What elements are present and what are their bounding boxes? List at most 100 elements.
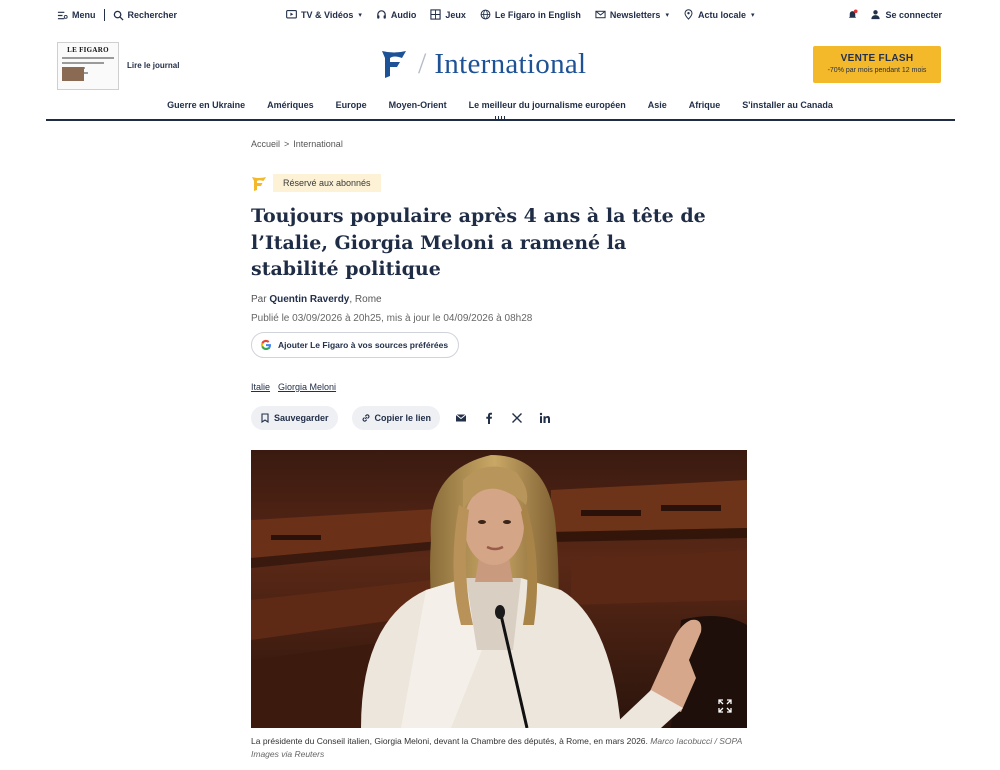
author-link[interactable]: Quentin Raverdy [269, 294, 349, 305]
copy-link-button[interactable]: Copier le lien [351, 406, 441, 430]
section-title: International [434, 47, 587, 80]
newspaper-thumbnail[interactable]: LE FIGARO [57, 42, 119, 90]
local-news-link[interactable]: Actu locale ▾ [683, 9, 755, 20]
photo-caption: La présidente du Conseil italien, Giorgi… [251, 735, 751, 761]
premium-badge: Réservé aux abonnés [273, 174, 381, 192]
tv-videos-link[interactable]: TV & Vidéos ▾ [286, 9, 362, 20]
x-icon [512, 413, 523, 423]
thumb-line [62, 62, 104, 64]
premium-label: Réservé aux abonnés [251, 174, 381, 192]
photo-illustration [251, 450, 747, 728]
article-actions: Sauvegarder Copier le lien [251, 406, 552, 430]
english-label: Le Figaro in English [494, 9, 581, 20]
link-icon [362, 414, 369, 422]
thumb-image [62, 67, 84, 81]
article-headline: Toujours populaire après 4 ans à la tête… [251, 205, 706, 280]
share-linkedin-button[interactable] [538, 411, 552, 425]
breadcrumb-separator: > [284, 139, 290, 149]
byline-prefix: Par [251, 294, 267, 305]
location-pin-icon [684, 9, 693, 20]
games-label: Jeux [445, 9, 466, 20]
mail-icon [595, 10, 606, 19]
search-label: Rechercher [127, 10, 178, 20]
tag-link[interactable]: Italie [251, 382, 270, 392]
google-icon [260, 339, 271, 350]
tv-label: TV & Vidéos [301, 9, 354, 20]
games-link[interactable]: Jeux [430, 9, 466, 20]
menu-button[interactable]: Menu [57, 10, 96, 21]
menu-label: Menu [72, 10, 96, 20]
facebook-icon [486, 412, 493, 424]
read-journal-link[interactable]: Lire le journal [127, 61, 179, 70]
email-icon [455, 414, 467, 422]
notifications-button[interactable] [847, 9, 859, 20]
breadcrumb-section[interactable]: International [293, 139, 343, 149]
game-icon [430, 9, 442, 20]
search-button[interactable]: Rechercher [113, 10, 178, 21]
publish-dates: Publié le 03/09/2026 à 20h25, mis à jour… [251, 313, 533, 324]
linkedin-icon [539, 412, 551, 423]
flash-sale-button[interactable]: VENTE FLASH -70% par mois pendant 12 moi… [813, 46, 941, 83]
breadcrumb: Accueil > International [251, 139, 343, 149]
divider [103, 9, 105, 21]
thumb-line [62, 57, 114, 59]
login-label: Se connecter [885, 9, 942, 20]
chevron-down-icon: ▾ [750, 11, 755, 19]
newsletters-label: Newsletters [609, 9, 661, 20]
nav-item-europe[interactable]: Europe [336, 100, 367, 110]
nav-notch [493, 116, 507, 122]
search-icon [113, 10, 124, 21]
nav-item-afrique[interactable]: Afrique [689, 100, 721, 110]
google-cta-label: Ajouter Le Figaro à vos sources préférée… [278, 340, 449, 350]
tag-link[interactable]: Giorgia Meloni [278, 382, 336, 392]
top-left-group: Menu Rechercher [57, 9, 177, 21]
flash-sale-subtitle: -70% par mois pendant 12 mois [827, 67, 927, 74]
local-label: Actu locale [697, 9, 746, 20]
bookmark-icon [261, 413, 269, 423]
menu-icon [57, 11, 68, 19]
newsletters-link[interactable]: Newsletters ▾ [595, 9, 669, 20]
globe-icon [480, 9, 491, 20]
logo-separator: / [418, 47, 427, 80]
breadcrumb-home[interactable]: Accueil [251, 139, 280, 149]
nav-item-canada[interactable]: S'installer au Canada [742, 100, 833, 110]
site-header: LE FIGARO Lire le journal / Internationa… [0, 40, 1000, 92]
top-center-group: TV & Vidéos ▾ Audio Jeux Le Figaro in En… [286, 9, 754, 20]
save-button[interactable]: Sauvegarder [251, 406, 338, 430]
chevron-down-icon: ▾ [665, 11, 669, 19]
nav-item-ameriques[interactable]: Amériques [267, 100, 314, 110]
login-button[interactable]: Se connecter [870, 9, 942, 20]
bell-icon [849, 9, 859, 18]
top-utility-bar: Menu Rechercher TV & Vidéos ▾ Audio Jeux… [0, 0, 1000, 30]
share-email-button[interactable] [454, 411, 468, 425]
save-label: Sauvegarder [274, 413, 329, 423]
flash-sale-title: VENTE FLASH [840, 53, 914, 64]
share-facebook-button[interactable] [482, 411, 496, 425]
chevron-down-icon: ▾ [358, 11, 362, 19]
top-right-group: Se connecter [847, 9, 942, 20]
audio-label: Audio [390, 9, 417, 20]
audio-link[interactable]: Audio [376, 9, 417, 20]
expand-icon[interactable] [717, 698, 733, 714]
english-link[interactable]: Le Figaro in English [480, 9, 581, 20]
caption-text: La présidente du Conseil italien, Giorgi… [251, 736, 648, 746]
premium-f-icon [252, 177, 266, 191]
article-photo[interactable] [251, 450, 747, 728]
nav-item-ukraine[interactable]: Guerre en Ukraine [167, 100, 245, 110]
byline: Par Quentin Raverdy, Rome [251, 294, 382, 305]
newspaper-masthead: LE FIGARO [67, 46, 109, 54]
nav-item-asie[interactable]: Asie [648, 100, 667, 110]
nav-item-moyen-orient[interactable]: Moyen-Orient [389, 100, 447, 110]
copy-link-label: Copier le lien [374, 413, 432, 423]
byline-location: , Rome [349, 294, 382, 305]
logo[interactable]: / International [380, 47, 586, 81]
google-preferred-source-button[interactable]: Ajouter Le Figaro à vos sources préférée… [251, 332, 460, 358]
section-nav: Guerre en Ukraine Amériques Europe Moyen… [0, 100, 1000, 110]
figaro-logo-icon [382, 51, 406, 78]
headphones-icon [377, 10, 386, 19]
article-tags: Italie Giorgia Meloni [251, 382, 336, 392]
share-x-button[interactable] [510, 411, 524, 425]
tv-icon [286, 10, 297, 19]
nav-item-journalisme-europeen[interactable]: Le meilleur du journalisme européen [469, 100, 626, 110]
user-icon [871, 10, 881, 20]
